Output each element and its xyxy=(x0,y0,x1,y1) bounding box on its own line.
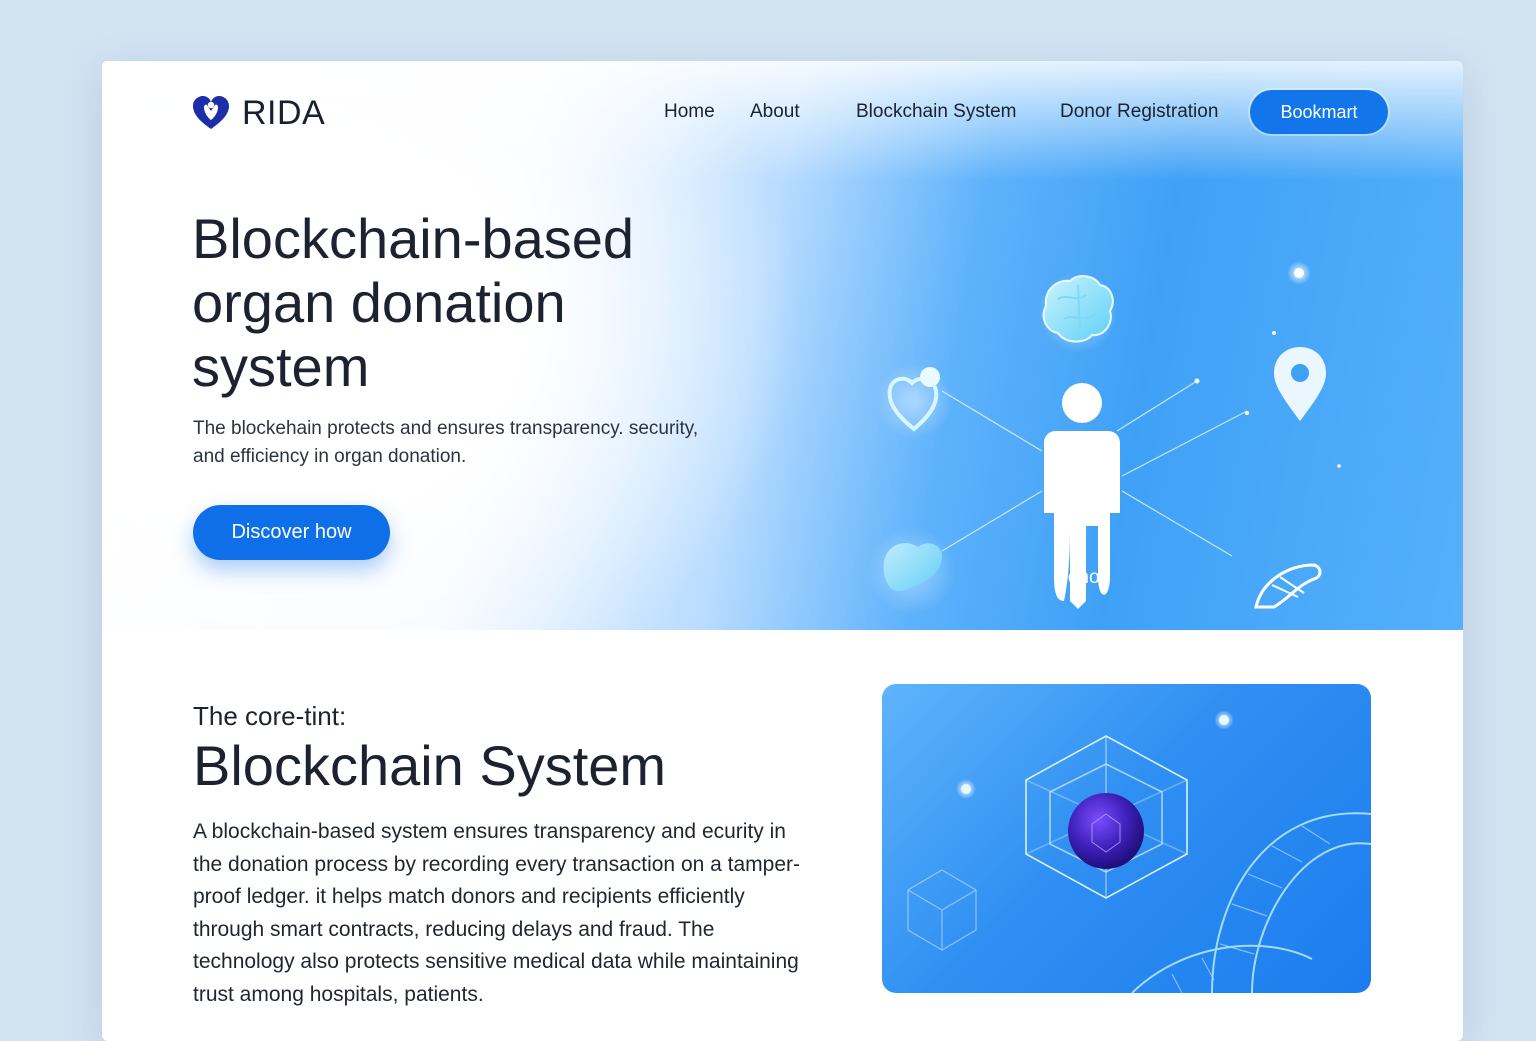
page-card: RIDA Home About Blockchain System Donor … xyxy=(102,61,1463,1041)
heart-hands-logo-icon xyxy=(193,95,229,129)
section-body: A blockchain-based system ensures transp… xyxy=(193,820,801,1006)
pancreas-icon xyxy=(1254,563,1322,609)
logo[interactable]: RIDA xyxy=(192,94,325,133)
nav-about[interactable]: About xyxy=(750,101,800,123)
hero-subtitle: The blockehain protects and ensures tran… xyxy=(193,418,699,467)
section-title: Blockchain System xyxy=(193,734,667,797)
brand-name: RIDA xyxy=(242,94,326,132)
dna-icon xyxy=(1131,812,1371,993)
hero-section: RIDA Home About Blockchain System Donor … xyxy=(102,61,1463,630)
nav-blockchain-system[interactable]: Blockchain System xyxy=(856,101,1017,123)
liver-icon xyxy=(868,527,956,615)
donor-network-illustration xyxy=(868,261,1341,615)
blockchain-illustration-panel xyxy=(882,684,1371,993)
bookmark-button[interactable]: Bookmart xyxy=(1250,90,1388,134)
nav-home[interactable]: Home xyxy=(664,101,715,123)
heart-icon xyxy=(876,363,952,439)
discover-button[interactable]: Discover how xyxy=(193,505,390,560)
donor-label: Donor xyxy=(1054,567,1106,588)
nav-donor-registration[interactable]: Donor Registration xyxy=(1060,101,1218,123)
location-pin-icon xyxy=(1274,347,1326,421)
section-pretitle: The core-tint: xyxy=(193,701,347,731)
brain-icon xyxy=(1038,273,1118,353)
hero-title: Blockchain-based organ donation system xyxy=(192,207,635,398)
